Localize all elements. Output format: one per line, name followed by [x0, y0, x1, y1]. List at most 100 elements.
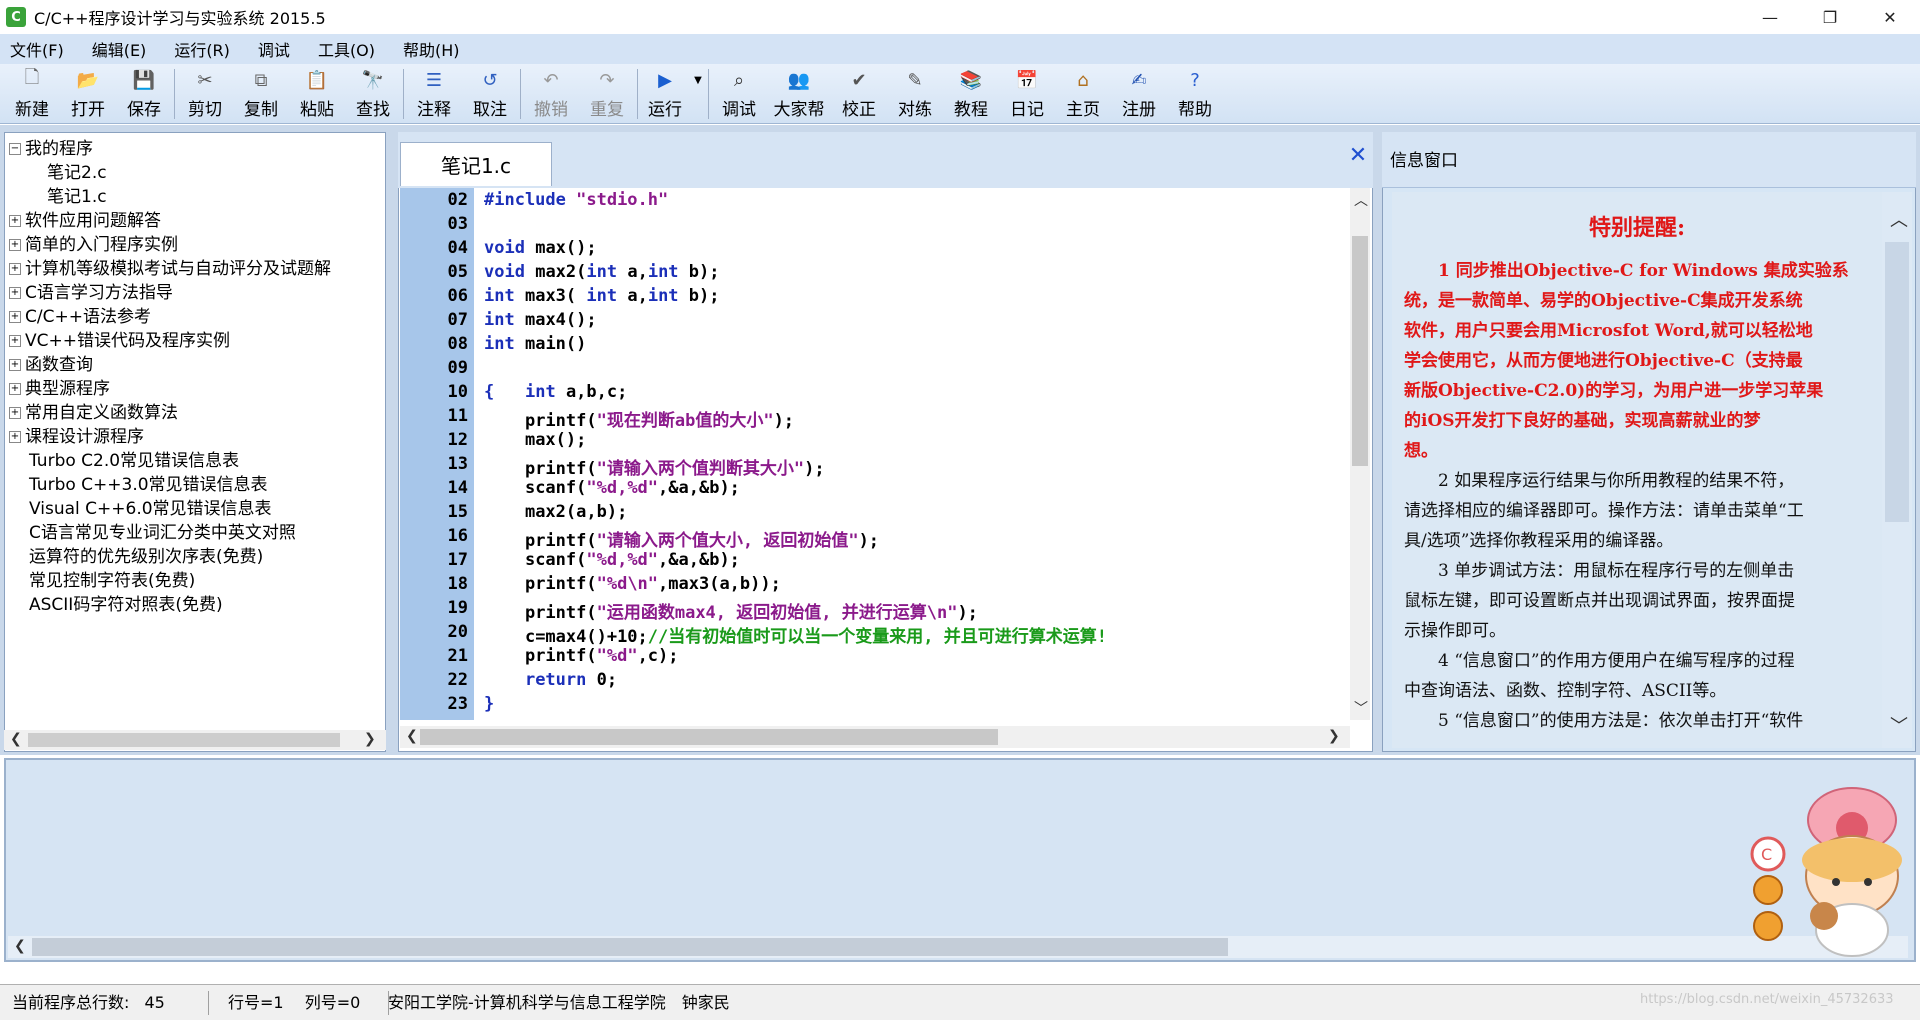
line-number: 04 — [447, 238, 468, 258]
scroll-thumb[interactable] — [28, 733, 340, 747]
tree-category[interactable]: + 常用自定义函数算法 — [9, 401, 331, 425]
menu-edit[interactable]: 编辑(E) — [88, 35, 151, 63]
output-panel[interactable] — [4, 758, 1916, 962]
debug-icon: ⌕ — [733, 69, 745, 91]
expand-icon[interactable]: + — [9, 359, 21, 371]
tree-leaf[interactable]: Turbo C++3.0常见错误信息表 — [9, 473, 331, 497]
scroll-thumb[interactable] — [1885, 242, 1909, 522]
close-button[interactable]: ✕ — [1860, 0, 1920, 34]
new-button[interactable]: 🗋 新建 — [4, 64, 60, 122]
run-dropdown-button[interactable]: ▼ — [690, 64, 706, 122]
tree-category[interactable]: + 软件应用问题解答 — [9, 209, 331, 233]
menu-file[interactable]: 文件(F) — [6, 35, 68, 63]
tutorial-button[interactable]: 📚 教程 — [943, 64, 999, 122]
save-button[interactable]: 💾 保存 — [116, 64, 172, 122]
tree-horizontal-scrollbar[interactable]: ❮ ❯ — [4, 730, 386, 750]
info-content: 特别提醒: 1 同步推出Objective-C for Windows 集成实验… — [1392, 192, 1882, 748]
line-number: 10 — [447, 382, 468, 402]
line-numbers: 02 03 04 05 06 07 08 09 10 11 12 13 14 1… — [400, 188, 474, 720]
redo-button[interactable]: ↷ 重复 — [579, 64, 635, 122]
scroll-thumb[interactable] — [32, 938, 1228, 956]
expand-icon[interactable]: + — [9, 311, 21, 323]
line-number: 08 — [447, 334, 468, 354]
menu-debug[interactable]: 调试 — [254, 35, 294, 63]
title-bar: C C/C++程序设计学习与实验系统 2015.5 — ❐ ✕ — [0, 0, 1920, 34]
tree-category[interactable]: + VC++错误代码及程序实例 — [9, 329, 331, 353]
tree-category[interactable]: + 课程设计源程序 — [9, 425, 331, 449]
uncomment-button[interactable]: ↺ 取注 — [462, 64, 518, 122]
menu-run[interactable]: 运行(R) — [170, 35, 234, 63]
find-button[interactable]: 🔭 查找 — [345, 64, 401, 122]
redo-icon: ↷ — [599, 69, 615, 91]
tree-leaf[interactable]: ASCII码字符对照表(免费) — [9, 593, 331, 617]
home-button[interactable]: ⌂ 主页 — [1055, 64, 1111, 122]
tree-file[interactable]: 笔记1.c — [9, 185, 331, 209]
expand-icon[interactable]: + — [9, 287, 21, 299]
expand-icon[interactable]: + — [9, 407, 21, 419]
scroll-up-icon[interactable]: ︿ — [1354, 190, 1368, 210]
practice-button[interactable]: ✎ 对练 — [887, 64, 943, 122]
check-button[interactable]: ✔ 校正 — [831, 64, 887, 122]
minimize-button[interactable]: — — [1740, 0, 1800, 34]
tree-category[interactable]: + 典型源程序 — [9, 377, 331, 401]
debug-button[interactable]: ⌕ 调试 — [711, 64, 767, 122]
help-button[interactable]: ? 帮助 — [1167, 64, 1223, 122]
expand-icon[interactable]: + — [9, 215, 21, 227]
menu-help[interactable]: 帮助(H) — [399, 35, 464, 63]
maximize-button[interactable]: ❐ — [1800, 0, 1860, 34]
scroll-down-icon[interactable]: ﹀ — [1354, 698, 1368, 718]
menu-tools[interactable]: 工具(O) — [314, 35, 379, 63]
scroll-right-icon[interactable]: ❯ — [364, 731, 376, 747]
info-text-line: 5 “信息窗口”的使用方法是：依次单击打开“软件 — [1404, 711, 1804, 731]
expand-icon[interactable]: + — [9, 335, 21, 347]
code-line: printf("%d\n",max3(a,b)); — [524, 574, 781, 594]
tree-leaf[interactable]: 常见控制字符表(免费) — [9, 569, 331, 593]
scroll-left-icon[interactable]: ❮ — [406, 728, 418, 744]
code-line: int max4(); — [484, 310, 597, 330]
diary-button[interactable]: 📅 日记 — [999, 64, 1055, 122]
line-number: 22 — [447, 670, 468, 690]
tree-category[interactable]: + 简单的入门程序实例 — [9, 233, 331, 257]
scroll-left-icon[interactable]: ❮ — [14, 938, 26, 954]
tree-category[interactable]: + 函数查询 — [9, 353, 331, 377]
tree-file[interactable]: 笔记2.c — [9, 161, 331, 185]
tree-category[interactable]: + C语言学习方法指导 — [9, 281, 331, 305]
expand-icon[interactable]: + — [9, 431, 21, 443]
tree-category[interactable]: + C/C++语法参考 — [9, 305, 331, 329]
tree-leaf[interactable]: 运算符的优先级别次序表(免费) — [9, 545, 331, 569]
books-icon: 📚 — [959, 69, 983, 91]
scroll-thumb[interactable] — [420, 729, 998, 745]
run-button[interactable]: ▶ 运行 — [640, 64, 690, 122]
scroll-down-icon[interactable]: ﹀ — [1890, 712, 1908, 738]
tree-category[interactable]: + 计算机等级模拟考试与自动评分及试题解 — [9, 257, 331, 281]
paste-button[interactable]: 📋 粘贴 — [289, 64, 345, 122]
expand-icon[interactable]: + — [9, 383, 21, 395]
menu-bar: 文件(F) 编辑(E) 运行(R) 调试 工具(O) 帮助(H) — [0, 34, 1920, 64]
open-button[interactable]: 📂 打开 — [60, 64, 116, 122]
scroll-right-icon[interactable]: ❯ — [1328, 728, 1340, 744]
info-text-line: 3 单步调试方法：用鼠标在程序行号的左侧单击 — [1404, 561, 1795, 581]
scroll-up-icon[interactable]: ︿ — [1890, 206, 1908, 232]
toolbar-separator — [174, 69, 175, 119]
tree-leaf[interactable]: C语言常见专业词汇分类中英文对照 — [9, 521, 331, 545]
line-number: 03 — [447, 214, 468, 234]
collapse-icon[interactable]: − — [9, 143, 21, 155]
checkmark-icon: ✔ — [851, 69, 867, 91]
copy-button[interactable]: ⧉ 复制 — [233, 64, 289, 122]
cut-button[interactable]: ✂ 剪切 — [177, 64, 233, 122]
tree-leaf[interactable]: Turbo C2.0常见错误信息表 — [9, 449, 331, 473]
close-editor-icon[interactable]: ✕ — [1348, 145, 1368, 167]
comment-lines-icon: ☰ — [425, 69, 443, 91]
undo-button[interactable]: ↶ 撤销 — [523, 64, 579, 122]
expand-icon[interactable]: + — [9, 239, 21, 251]
tree-leaf[interactable]: Visual C++6.0常见错误信息表 — [9, 497, 331, 521]
community-button[interactable]: 👥 大家帮 — [767, 64, 831, 122]
tab-note1-c[interactable]: 笔记1.c — [400, 142, 552, 186]
scroll-thumb[interactable] — [1352, 236, 1368, 466]
comment-button[interactable]: ☰ 注释 — [406, 64, 462, 122]
scroll-left-icon[interactable]: ❮ — [10, 731, 22, 747]
tree-root-my-programs[interactable]: − 我的程序 — [9, 137, 331, 161]
expand-icon[interactable]: + — [9, 263, 21, 275]
register-button[interactable]: ✍ 注册 — [1111, 64, 1167, 122]
toolbar-separator — [637, 69, 638, 119]
